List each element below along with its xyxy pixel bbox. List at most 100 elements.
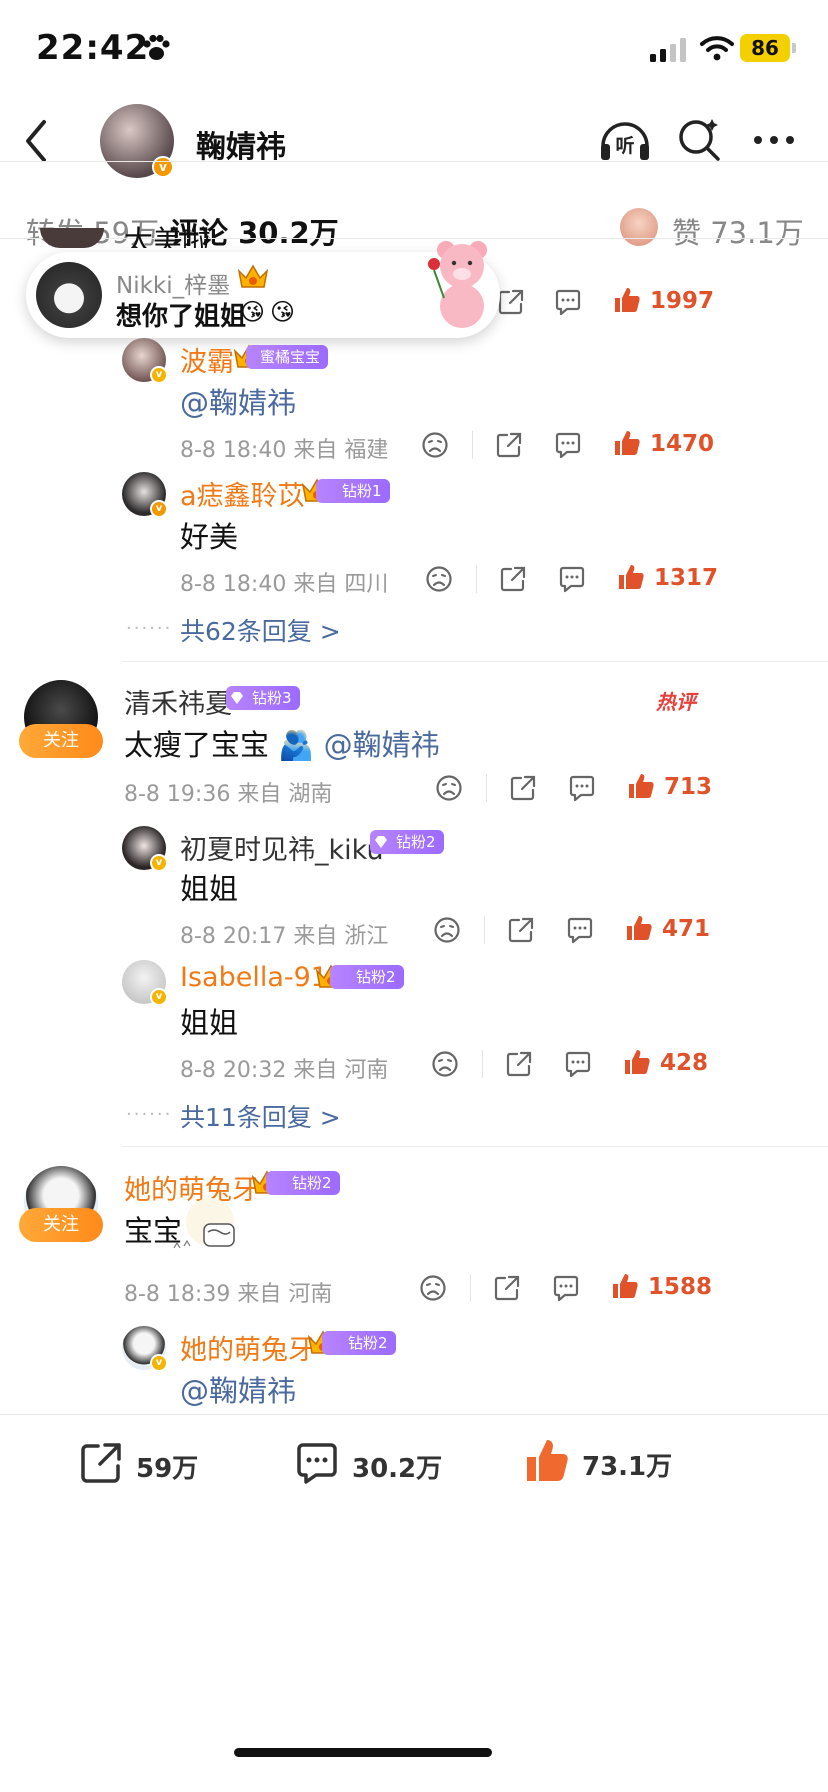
reply-location: 浙江 [344,924,389,949]
thumbs-up-icon[interactable] [622,1047,652,1077]
reply-location: 河南 [344,1058,389,1083]
reply-text: 姐姐 [180,1006,239,1040]
dislike-icon[interactable] [434,773,464,803]
reply-username[interactable]: 她的萌兔牙 [180,1328,315,1367]
comment-username[interactable]: 清禾祎夏 [124,682,232,721]
barrage-avatar [36,262,102,328]
share-icon[interactable] [506,915,536,945]
comment-button[interactable]: 30.2万 [294,1440,494,1486]
listen-label: 听 [615,134,634,157]
reply-time: 8-8 18:40 [180,438,287,463]
reply-location: 四川 [344,572,389,597]
tab-likes[interactable]: 赞 73.1万 [672,210,804,252]
share-icon[interactable] [496,287,526,317]
thumbs-up-icon[interactable] [612,428,642,458]
separator [470,1274,471,1302]
dotted-line: ······ [126,618,173,639]
reply-time: 8-8 20:17 [180,924,287,949]
header-divider [0,161,828,162]
cellular-signal-icon [650,38,686,62]
reply-time: 8-8 20:32 [180,1058,287,1083]
separator [486,774,487,802]
like-count: 1317 [654,565,719,591]
comment-text: 太瘦了宝宝 🫂 @鞠婧祎 [124,722,440,764]
reply-username[interactable]: 初夏时见祎_kiku [180,828,384,867]
reply-icon[interactable] [565,915,595,945]
thumbs-up-icon[interactable] [612,285,642,315]
listen-icon[interactable]: 听 [598,116,652,164]
like-count: 713 [664,774,713,800]
wifi-icon [700,36,734,61]
more-replies-link[interactable]: 共11条回复 > [180,1098,341,1134]
barrage-text: 想你了姐姐 [116,302,247,332]
reply-icon[interactable] [553,287,583,317]
dislike-icon[interactable] [430,1049,460,1079]
comment-location: 湖南 [288,782,333,807]
thumbs-up-icon[interactable] [616,562,646,592]
reply-from: 来自 [293,438,338,463]
reply-username[interactable]: 波霸 [180,340,234,379]
dislike-icon[interactable] [418,1273,448,1303]
reply-meta: 8-8 20:32 来自 河南 [180,1052,388,1084]
comment-divider [122,1146,828,1147]
fan-crown-icon [237,264,269,288]
dislike-icon[interactable] [420,430,450,460]
separator [472,431,473,459]
comment-from: 来自 [237,1282,282,1307]
share-icon[interactable] [494,430,524,460]
comment-time: 8-8 18:39 [124,1282,231,1307]
thumbs-up-icon[interactable] [626,771,656,801]
follow-button[interactable]: 关注 [19,724,103,758]
home-indicator[interactable] [234,1748,492,1757]
reply-location: 福建 [344,438,389,463]
reply-username[interactable]: Isabella-91 [180,962,328,993]
more-options-icon[interactable] [752,134,796,146]
thumbs-up-icon[interactable] [624,913,654,943]
reply-text: @鞠婧祎 [180,386,297,420]
separator [484,916,485,944]
emoji-icon: 🫂 [278,728,315,762]
share-icon[interactable] [504,1049,534,1079]
dislike-icon[interactable] [424,564,454,594]
comment-meta: 8-8 18:39 来自 河南 [124,1276,332,1308]
reply-username[interactable]: a痣鑫聆苡 [180,474,305,513]
comment-mention[interactable]: @鞠婧祎 [324,728,440,762]
thumbs-up-icon[interactable] [610,1271,640,1301]
dotted-line: ······ [126,1104,173,1125]
more-replies-link[interactable]: 共62条回复 > [180,612,341,648]
like-count: 471 [662,916,711,942]
reply-meta: 8-8 20:17 来自 浙江 [180,918,388,950]
fan-badge: 钻粉2 [330,965,404,989]
reply-icon[interactable] [553,430,583,460]
teddy-bear-sticker-icon [428,241,487,328]
dislike-icon[interactable] [432,915,462,945]
share-icon[interactable] [508,773,538,803]
author-name[interactable]: 鞠婧祎 [196,122,286,166]
share-icon[interactable] [498,564,528,594]
reply-icon[interactable] [551,1273,581,1303]
liker-avatar [620,208,658,246]
verified-badge-icon: v [150,500,168,518]
reply-icon[interactable] [557,564,587,594]
back-icon[interactable] [22,118,50,164]
reply-icon[interactable] [567,773,597,803]
reply-from: 来自 [293,924,338,949]
comment-divider [122,661,828,662]
tab-likes-count: 73.1万 [710,216,804,250]
fan-badge: 蜜橘宝宝 [246,345,329,369]
fan-badge: 钻粉2 [266,1171,340,1195]
search-icon[interactable] [676,116,722,162]
emoji-icon: 😘 [270,298,296,326]
reply-time: 8-8 18:40 [180,572,287,597]
share-icon[interactable] [492,1273,522,1303]
reply-icon[interactable] [563,1049,593,1079]
tab-comments-count: 30.2万 [238,216,339,250]
reply-from: 来自 [293,572,338,597]
repost-button[interactable]: 59万 [78,1440,278,1486]
status-time: 22:42 [36,28,150,68]
verified-badge-icon: v [150,854,168,872]
sticker-icon [173,1198,235,1249]
like-button[interactable]: 73.1万 [524,1436,724,1486]
comment-count: 30.2万 [352,1454,443,1484]
follow-button[interactable]: 关注 [19,1208,103,1242]
